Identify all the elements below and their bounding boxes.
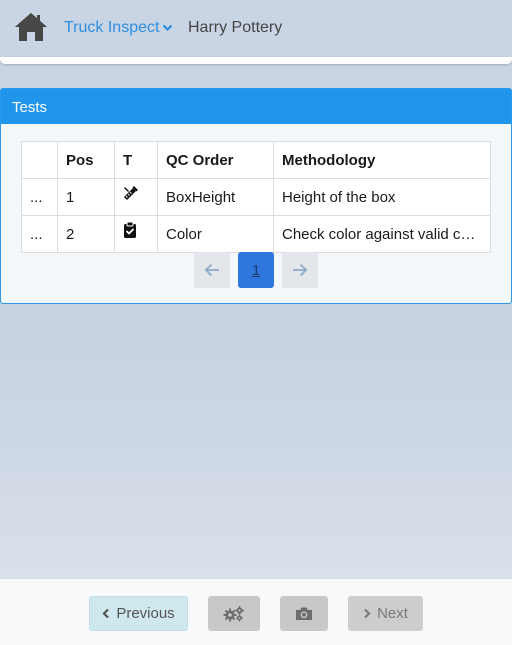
chevron-left-icon <box>102 608 110 619</box>
user-name: Harry Pottery <box>188 19 283 36</box>
footer-toolbar: Previous Next <box>0 578 512 645</box>
row-type <box>114 178 158 216</box>
table-row[interactable]: ... 2 Color Check color against valid co… <box>21 215 491 253</box>
row-qc-order: BoxHeight <box>157 178 274 216</box>
column-header-pos[interactable]: Pos <box>57 141 115 179</box>
camera-button[interactable] <box>280 596 328 631</box>
app-menu-dropdown[interactable]: Truck Inspect <box>64 19 173 37</box>
app-header: Truck Inspect Harry Pottery <box>0 0 512 58</box>
pagination: 1 <box>194 252 318 289</box>
table-row[interactable]: ... 1 BoxHeight Height of the box <box>21 178 491 216</box>
column-header-type[interactable]: T <box>114 141 158 179</box>
arrow-left-icon <box>204 263 219 277</box>
table-header-row: Pos T QC Order Methodology <box>21 141 491 179</box>
page-button-current[interactable]: 1 <box>238 252 274 288</box>
row-methodology: Check color against valid colors <box>273 215 491 253</box>
panel-title: Tests <box>1 89 511 124</box>
previous-page-button[interactable] <box>194 252 230 288</box>
column-header-methodology[interactable]: Methodology <box>273 141 491 179</box>
tests-table: Pos T QC Order Methodology ... 1 BoxHeig… <box>21 141 491 253</box>
row-qc-order: Color <box>157 215 274 253</box>
home-icon <box>15 13 47 41</box>
app-title: Truck Inspect <box>64 19 160 36</box>
gears-icon <box>223 605 244 621</box>
row-pos: 1 <box>57 178 115 216</box>
chevron-down-icon <box>163 24 173 32</box>
next-button-label: Next <box>377 605 408 622</box>
arrow-right-icon <box>293 263 308 277</box>
previous-button[interactable]: Previous <box>89 596 188 631</box>
next-button[interactable]: Next <box>348 596 423 631</box>
column-header-menu <box>21 141 58 179</box>
row-pos: 2 <box>57 215 115 253</box>
row-methodology: Height of the box <box>273 178 491 216</box>
settings-button[interactable] <box>208 596 260 631</box>
row-type <box>114 215 158 253</box>
clipboard-check-icon <box>124 222 136 238</box>
header-divider <box>0 57 512 64</box>
previous-button-label: Previous <box>116 605 175 622</box>
home-button[interactable] <box>13 11 49 43</box>
column-header-qc-order[interactable]: QC Order <box>157 141 274 179</box>
next-page-button[interactable] <box>282 252 318 288</box>
chevron-right-icon <box>364 608 371 619</box>
row-menu-button[interactable]: ... <box>21 178 58 216</box>
tests-panel: Tests Pos T QC Order Methodology ... 1 B… <box>0 88 512 304</box>
ruler-pencil-icon <box>124 186 138 200</box>
camera-icon <box>296 607 312 620</box>
row-menu-button[interactable]: ... <box>21 215 58 253</box>
